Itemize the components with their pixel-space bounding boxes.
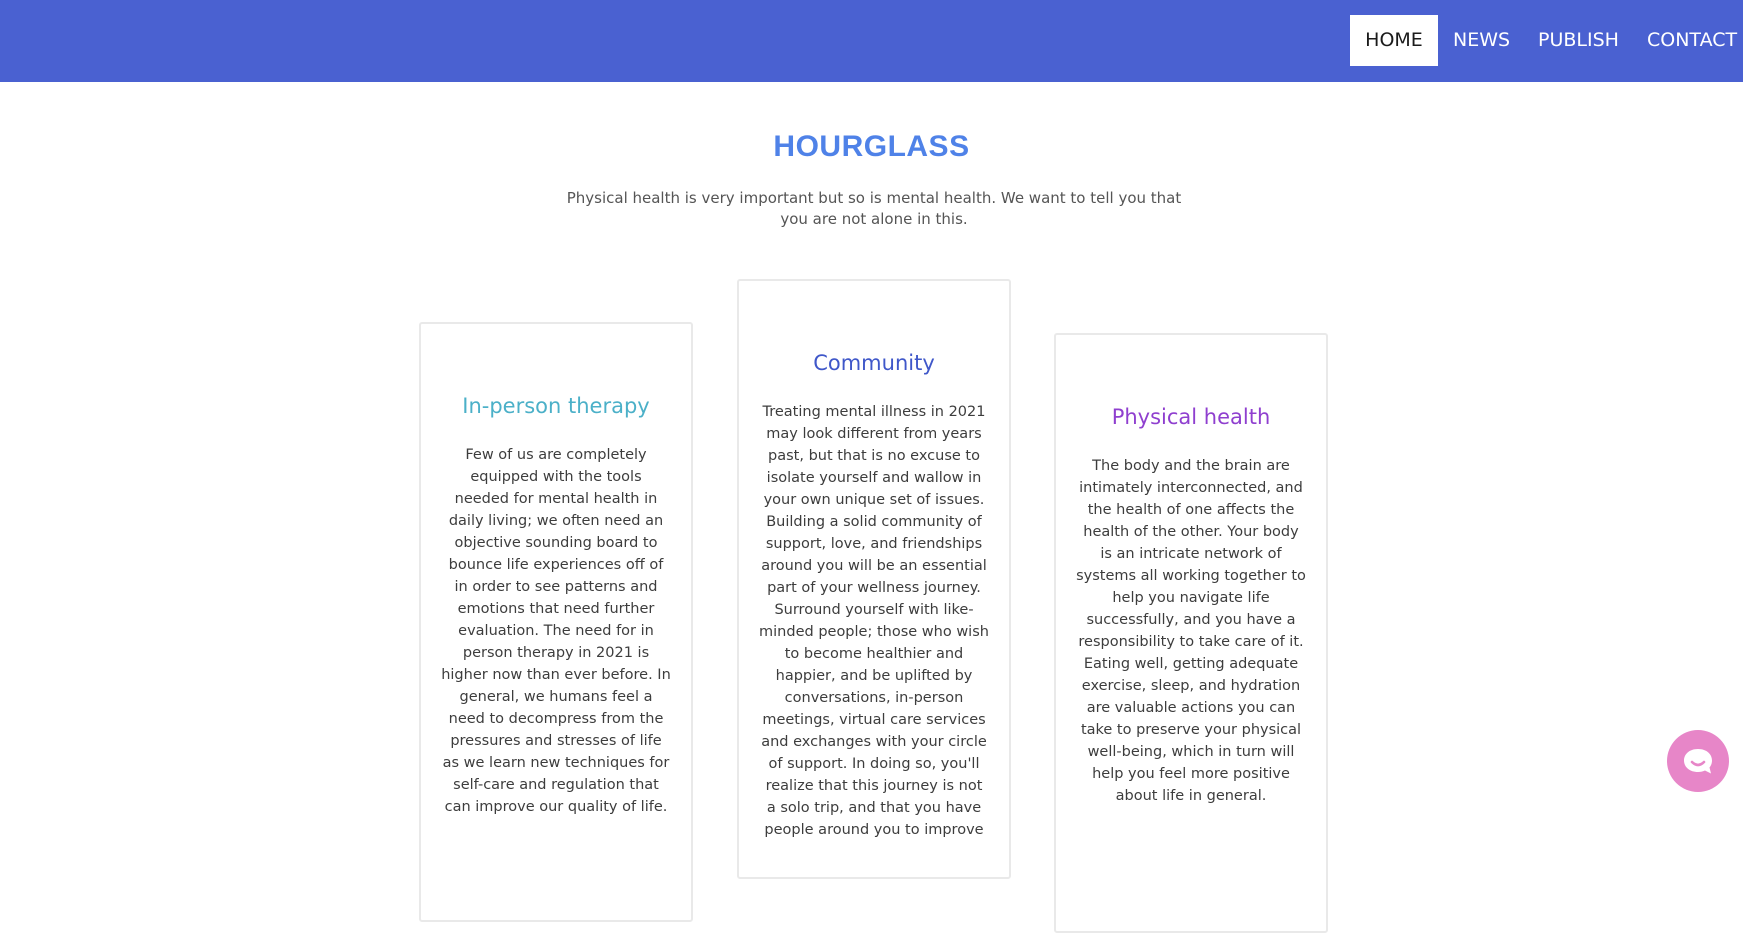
card-in-person-therapy: In-person therapy Few of us are complete… (419, 322, 693, 922)
card-title: Community (813, 351, 935, 375)
chat-widget-button[interactable] (1667, 730, 1729, 792)
top-navbar: HOME NEWS PUBLISH CONTACT (0, 0, 1743, 82)
nav-home-link[interactable]: HOME (1350, 15, 1438, 66)
card-body-text: Treating mental illness in 2021 may look… (759, 404, 989, 838)
card-title: Physical health (1111, 405, 1271, 429)
page-title: HOURGLASS (773, 130, 970, 163)
chat-bubble-icon (1681, 746, 1715, 776)
card-body-text: Few of us are completely equipped with t… (441, 447, 671, 815)
card-title: In-person therapy (462, 394, 650, 418)
card-community: Community Treating mental illness in 202… (737, 279, 1011, 879)
card-physical-health: Physical health The body and the brain a… (1054, 333, 1328, 933)
nav-contact-link[interactable]: CONTACT (1647, 15, 1737, 66)
card-body-text: The body and the brain are intimately in… (1076, 458, 1306, 804)
page-subtitle: Physical health is very important but so… (566, 189, 1182, 228)
nav-publish-link[interactable]: PUBLISH (1538, 15, 1619, 66)
nav-news-link[interactable]: NEWS (1453, 15, 1510, 66)
